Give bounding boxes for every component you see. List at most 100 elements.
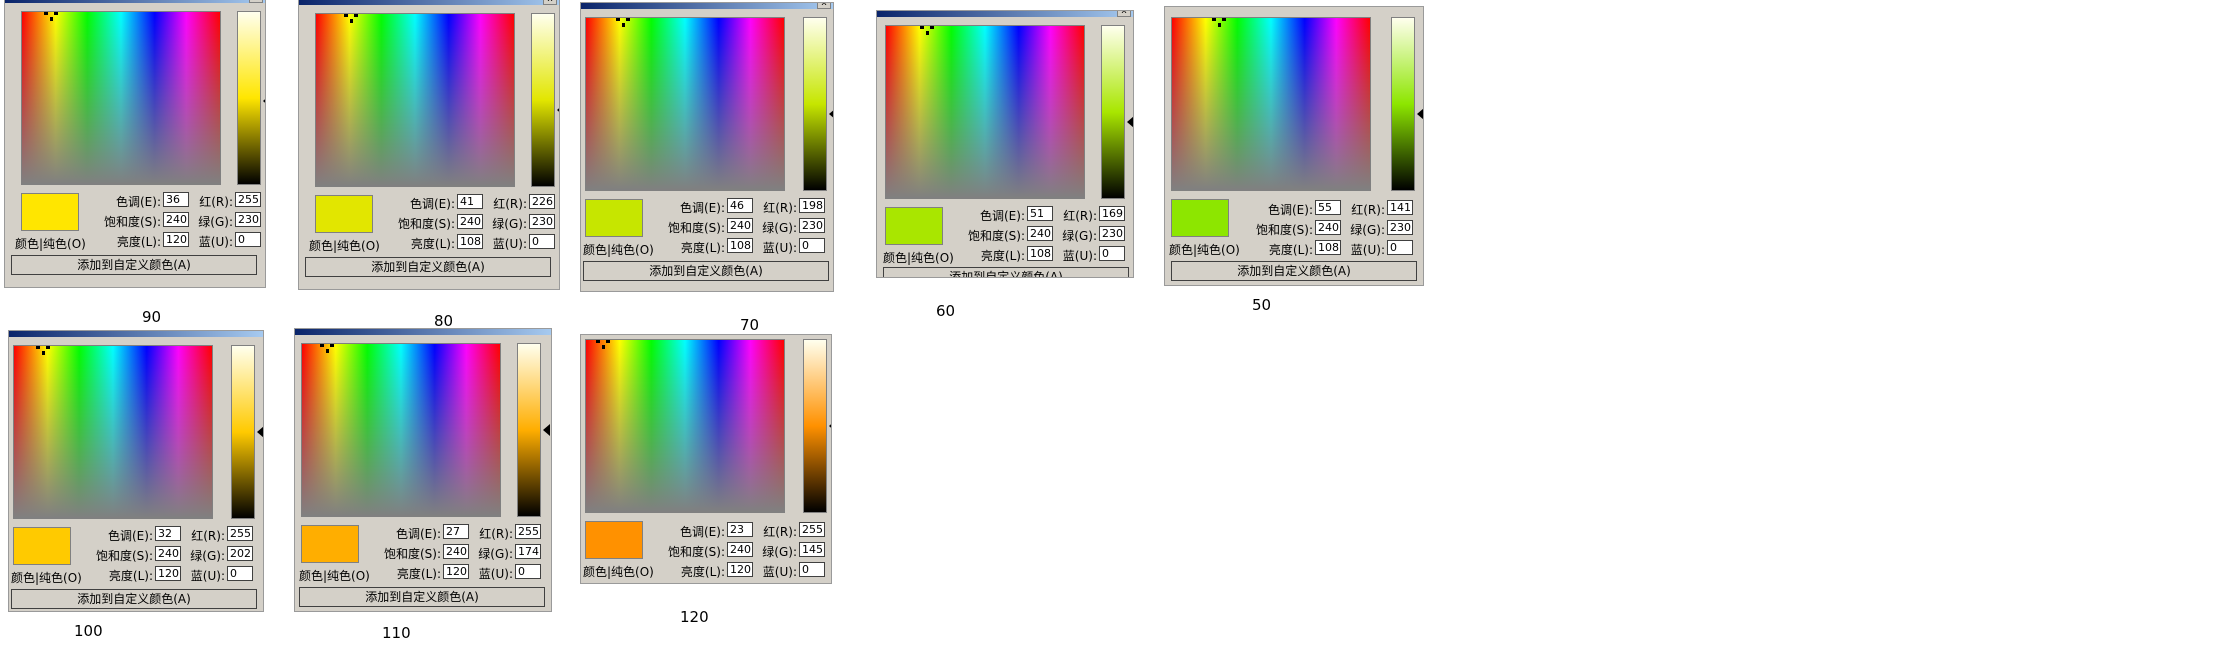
- lum-field[interactable]: 120: [443, 564, 469, 579]
- lum-field[interactable]: 120: [727, 562, 753, 577]
- green-field[interactable]: 202: [227, 546, 253, 561]
- color-spectrum[interactable]: [885, 25, 1085, 199]
- caption-label: 60: [936, 302, 956, 320]
- sat-field[interactable]: 240: [457, 214, 483, 229]
- crosshair-icon[interactable]: [36, 344, 52, 356]
- blue-field[interactable]: 0: [235, 232, 261, 247]
- hue-field[interactable]: 27: [443, 524, 469, 539]
- add-custom-color-button[interactable]: 添加到自定义颜色(A): [299, 587, 545, 607]
- sat-field[interactable]: 240: [727, 542, 753, 557]
- close-button[interactable]: x: [543, 0, 557, 5]
- luminance-arrow-icon[interactable]: [1417, 108, 1423, 121]
- green-field[interactable]: 230: [1387, 220, 1413, 235]
- close-button[interactable]: x: [249, 0, 263, 3]
- close-button[interactable]: x: [817, 3, 831, 9]
- luminance-bar[interactable]: [1101, 25, 1125, 199]
- dialog-titlebar[interactable]: [877, 11, 1133, 17]
- sat-field[interactable]: 240: [1027, 226, 1053, 241]
- crosshair-icon[interactable]: [616, 16, 632, 28]
- luminance-arrow-icon[interactable]: [829, 420, 831, 432]
- luminance-arrow-icon[interactable]: [257, 426, 263, 438]
- add-custom-color-button[interactable]: 添加到自定义颜色(A): [583, 261, 829, 281]
- luminance-bar[interactable]: [517, 343, 541, 517]
- crosshair-icon[interactable]: [44, 10, 60, 22]
- add-custom-color-button[interactable]: 添加到自定义颜色(A): [11, 255, 257, 275]
- color-spectrum[interactable]: [13, 345, 213, 519]
- hue-field[interactable]: 36: [163, 192, 189, 207]
- red-field[interactable]: 255: [235, 192, 261, 207]
- color-spectrum[interactable]: [301, 343, 501, 517]
- luminance-bar[interactable]: [237, 11, 261, 185]
- sat-field[interactable]: 240: [163, 212, 189, 227]
- add-custom-color-button[interactable]: 添加到自定义颜色(A): [11, 589, 257, 609]
- green-field[interactable]: 230: [1099, 226, 1125, 241]
- red-field[interactable]: 169: [1099, 206, 1125, 221]
- dialog-titlebar[interactable]: [295, 329, 551, 335]
- luminance-bar[interactable]: [231, 345, 255, 519]
- red-field[interactable]: 226: [529, 194, 555, 209]
- red-field[interactable]: 198: [799, 198, 825, 213]
- green-field[interactable]: 230: [235, 212, 261, 227]
- blue-field[interactable]: 0: [529, 234, 555, 249]
- close-button[interactable]: x: [1117, 11, 1131, 17]
- dialog-titlebar[interactable]: [9, 331, 263, 337]
- lum-field[interactable]: 108: [1027, 246, 1053, 261]
- color-solid-label: 颜色|纯色(O): [1169, 243, 1240, 257]
- crosshair-icon[interactable]: [1212, 16, 1228, 28]
- luminance-bar[interactable]: [1391, 17, 1415, 191]
- red-field[interactable]: 255: [799, 522, 825, 537]
- crosshair-icon[interactable]: [596, 338, 612, 350]
- blue-field[interactable]: 0: [515, 564, 541, 579]
- blue-field[interactable]: 0: [1099, 246, 1125, 261]
- red-field[interactable]: 255: [227, 526, 253, 541]
- blue-label: 蓝(U):: [492, 237, 527, 251]
- sat-field[interactable]: 240: [155, 546, 181, 561]
- lum-field[interactable]: 108: [1315, 240, 1341, 255]
- crosshair-icon[interactable]: [320, 342, 336, 354]
- lum-field[interactable]: 108: [457, 234, 483, 249]
- hue-field[interactable]: 23: [727, 522, 753, 537]
- luminance-arrow-icon[interactable]: [1127, 116, 1133, 129]
- sat-field[interactable]: 240: [443, 544, 469, 559]
- red-field[interactable]: 255: [515, 524, 541, 539]
- dialog-titlebar[interactable]: [5, 0, 265, 3]
- hue-field[interactable]: 55: [1315, 200, 1341, 215]
- lum-field[interactable]: 120: [163, 232, 189, 247]
- color-spectrum[interactable]: [585, 339, 785, 513]
- crosshair-icon[interactable]: [344, 12, 360, 24]
- sat-field[interactable]: 240: [1315, 220, 1341, 235]
- color-spectrum[interactable]: [315, 13, 515, 187]
- dialog-titlebar[interactable]: [581, 3, 833, 9]
- lum-field[interactable]: 108: [727, 238, 753, 253]
- green-field[interactable]: 230: [529, 214, 555, 229]
- color-spectrum[interactable]: [585, 17, 785, 191]
- crosshair-icon[interactable]: [920, 24, 936, 36]
- add-custom-color-button[interactable]: 添加到自定义颜色(A): [1171, 261, 1417, 281]
- blue-field[interactable]: 0: [799, 238, 825, 253]
- green-field[interactable]: 145: [799, 542, 825, 557]
- luminance-arrow-icon[interactable]: [543, 424, 550, 436]
- luminance-bar[interactable]: [803, 339, 827, 513]
- blue-field[interactable]: 0: [227, 566, 253, 581]
- hue-field[interactable]: 41: [457, 194, 483, 209]
- color-spectrum[interactable]: [21, 11, 221, 185]
- hue-field[interactable]: 32: [155, 526, 181, 541]
- luminance-arrow-icon[interactable]: [263, 95, 265, 108]
- dialog-titlebar[interactable]: [299, 0, 559, 5]
- hue-field[interactable]: 46: [727, 198, 753, 213]
- lum-field[interactable]: 120: [155, 566, 181, 581]
- green-field[interactable]: 174: [515, 544, 541, 559]
- blue-field[interactable]: 0: [799, 562, 825, 577]
- green-field[interactable]: 230: [799, 218, 825, 233]
- red-field[interactable]: 141: [1387, 200, 1413, 215]
- blue-field[interactable]: 0: [1387, 240, 1413, 255]
- luminance-arrow-icon[interactable]: [557, 104, 559, 117]
- luminance-arrow-icon[interactable]: [829, 108, 833, 121]
- luminance-bar[interactable]: [803, 17, 827, 191]
- sat-field[interactable]: 240: [727, 218, 753, 233]
- luminance-bar[interactable]: [531, 13, 555, 187]
- add-custom-color-button[interactable]: 添加到自定义颜色(A): [883, 267, 1129, 277]
- hue-field[interactable]: 51: [1027, 206, 1053, 221]
- color-spectrum[interactable]: [1171, 17, 1371, 191]
- add-custom-color-button[interactable]: 添加到自定义颜色(A): [305, 257, 551, 277]
